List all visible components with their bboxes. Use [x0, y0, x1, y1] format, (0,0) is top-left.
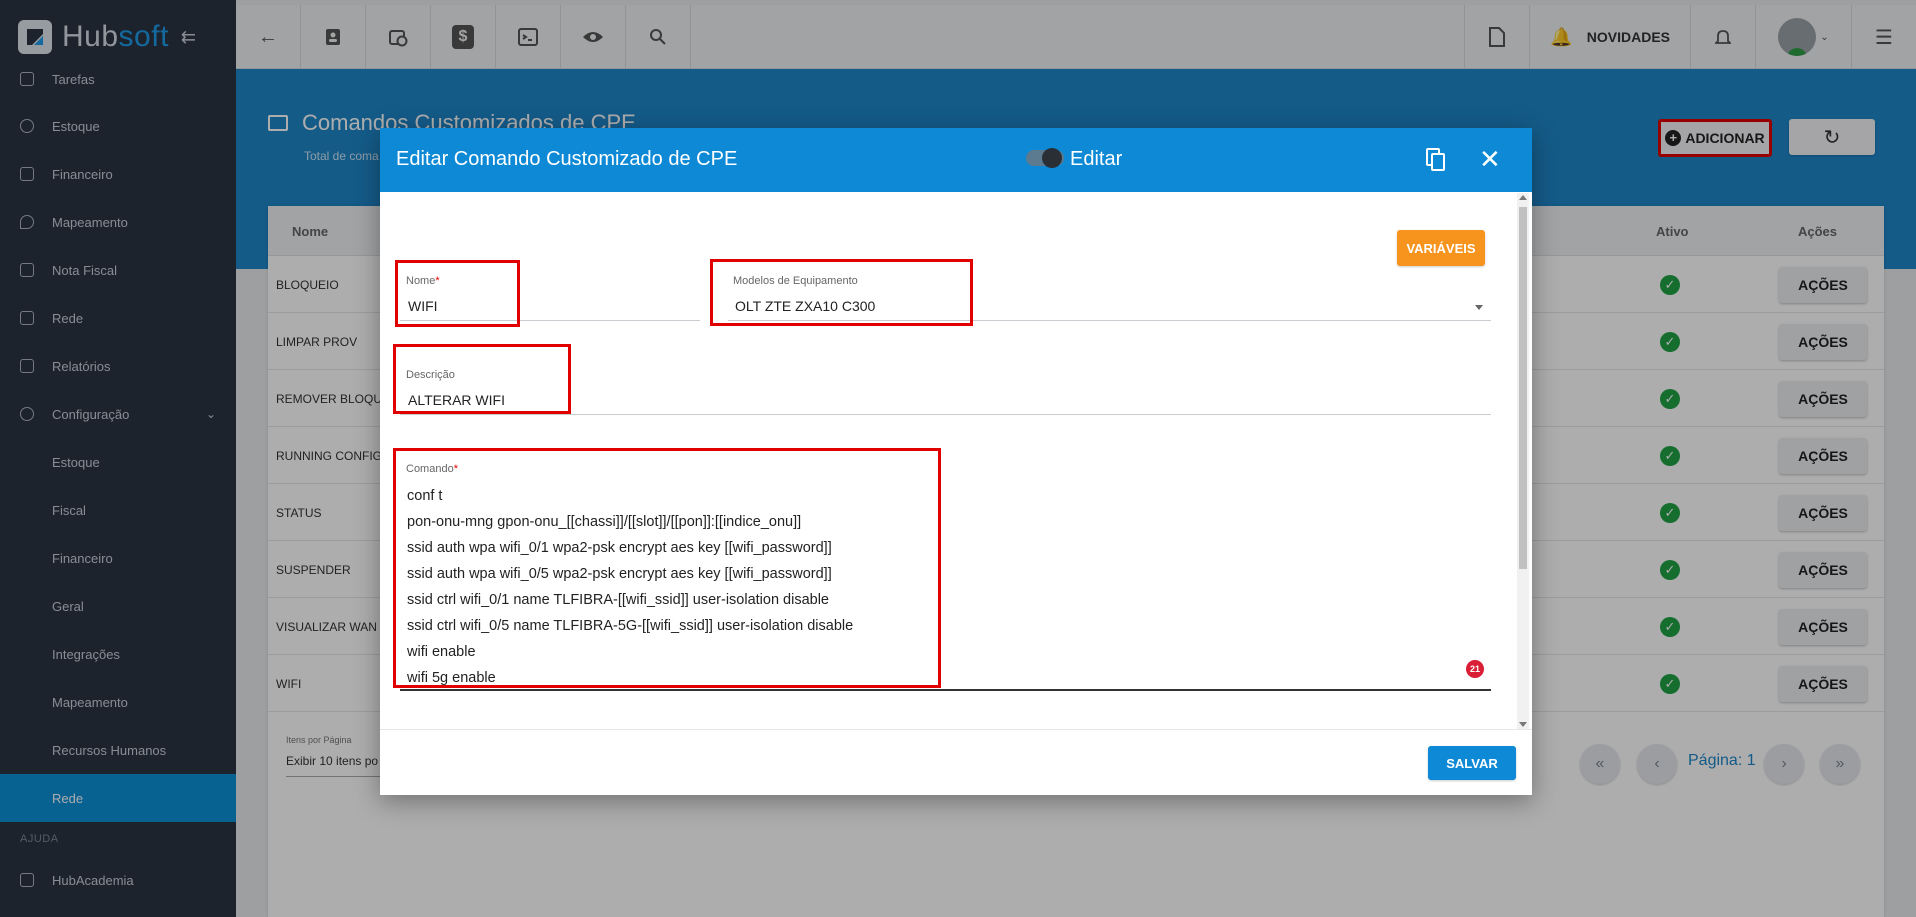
modal-header: Editar Comando Customizado de CPE Editar… [380, 128, 1532, 192]
edit-toggle[interactable] [1026, 148, 1064, 168]
modal-title: Editar Comando Customizado de CPE [396, 148, 738, 170]
modal-footer-divider [380, 729, 1532, 730]
edit-toggle-label: Editar [1070, 148, 1123, 170]
highlight-box-nome [395, 260, 520, 327]
variables-button[interactable]: VARIÁVEIS [1397, 230, 1485, 266]
highlight-box-modelos [710, 259, 973, 326]
comando-underline [400, 689, 1491, 691]
descricao-underline [400, 414, 1491, 415]
highlight-box-descricao [393, 344, 571, 414]
highlight-box-comando [393, 448, 941, 688]
modal-scrollbar[interactable] [1517, 193, 1529, 729]
save-button[interactable]: SALVAR [1428, 746, 1516, 780]
copy-icon[interactable] [1426, 148, 1448, 172]
close-icon[interactable]: ✕ [1479, 144, 1501, 175]
error-count-badge: 21 [1466, 660, 1484, 678]
dropdown-arrow-icon[interactable] [1475, 305, 1483, 310]
